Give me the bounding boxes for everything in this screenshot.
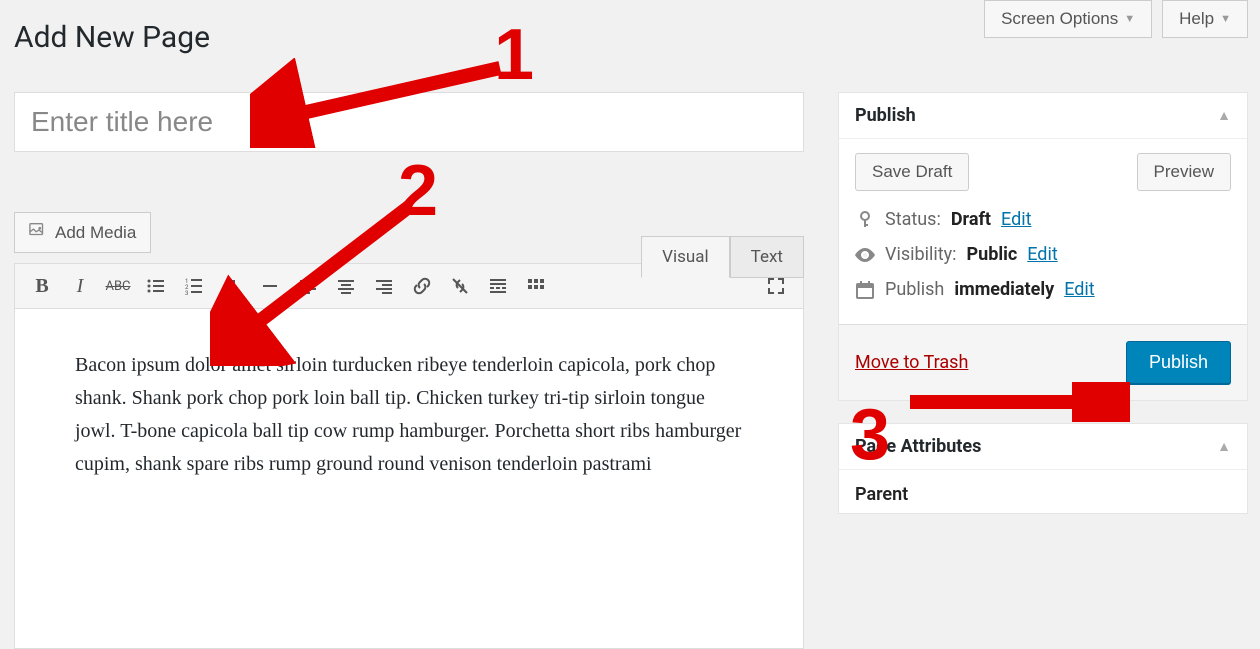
align-center-button[interactable] <box>329 269 363 303</box>
italic-button[interactable]: I <box>63 269 97 303</box>
fullscreen-icon <box>766 276 786 296</box>
hr-icon <box>260 276 280 296</box>
edit-date-link[interactable]: Edit <box>1064 279 1094 300</box>
blockquote-button[interactable] <box>215 269 249 303</box>
publish-box: Publish ▲ Save Draft Preview Status: Dra… <box>838 92 1248 401</box>
strike-icon: ABC <box>105 279 130 294</box>
unlink-icon <box>450 276 470 296</box>
add-media-button[interactable]: Add Media <box>14 212 151 253</box>
save-draft-button[interactable]: Save Draft <box>855 153 969 191</box>
eye-icon <box>855 248 875 262</box>
align-left-icon <box>298 276 318 296</box>
more-icon <box>488 276 508 296</box>
publish-box-title: Publish <box>855 105 916 126</box>
parent-label: Parent <box>839 470 1247 513</box>
editor-text: Bacon ipsum dolor amet sirloin turducken… <box>75 349 743 481</box>
numbered-list-button[interactable]: 123 <box>177 269 211 303</box>
collapse-toggle-icon[interactable]: ▲ <box>1217 438 1231 455</box>
help-button[interactable]: Help ▼ <box>1162 0 1248 38</box>
list-ul-icon <box>146 276 166 296</box>
status-value: Draft <box>951 209 991 230</box>
bulleted-list-button[interactable] <box>139 269 173 303</box>
publish-button[interactable]: Publish <box>1126 341 1231 384</box>
calendar-icon <box>855 281 875 299</box>
page-attributes-title: Page Attributes <box>855 436 981 457</box>
bold-button[interactable]: B <box>25 269 59 303</box>
hr-button[interactable] <box>253 269 287 303</box>
move-to-trash-link[interactable]: Move to Trash <box>855 352 968 373</box>
title-input[interactable] <box>14 92 804 152</box>
toolbar-toggle-button[interactable] <box>519 269 553 303</box>
media-icon <box>29 221 47 244</box>
preview-button[interactable]: Preview <box>1137 153 1231 191</box>
chevron-down-icon: ▼ <box>1124 13 1135 25</box>
page-attributes-box: Page Attributes ▲ Parent <box>838 423 1248 514</box>
help-label: Help <box>1179 9 1214 29</box>
align-right-button[interactable] <box>367 269 401 303</box>
editor-body[interactable]: Bacon ipsum dolor amet sirloin turducken… <box>14 309 804 649</box>
read-more-button[interactable] <box>481 269 515 303</box>
add-media-label: Add Media <box>55 223 136 243</box>
collapse-toggle-icon[interactable]: ▲ <box>1217 107 1231 124</box>
publish-date-value: immediately <box>954 279 1054 300</box>
kitchen-sink-icon <box>526 276 546 296</box>
align-right-icon <box>374 276 394 296</box>
publish-date-label: Publish <box>885 279 944 300</box>
edit-status-link[interactable]: Edit <box>1001 209 1031 230</box>
link-button[interactable] <box>405 269 439 303</box>
chevron-down-icon: ▼ <box>1220 13 1231 25</box>
tab-visual[interactable]: Visual <box>641 236 729 278</box>
list-ol-icon: 123 <box>184 276 204 296</box>
status-label: Status: <box>885 209 941 230</box>
svg-text:3: 3 <box>185 290 188 296</box>
tab-text[interactable]: Text <box>730 236 804 278</box>
key-icon <box>855 211 875 229</box>
visibility-label: Visibility: <box>885 244 957 265</box>
visibility-value: Public <box>967 244 1018 265</box>
screen-options-label: Screen Options <box>1001 9 1118 29</box>
quote-icon <box>222 276 242 296</box>
align-center-icon <box>336 276 356 296</box>
screen-options-button[interactable]: Screen Options ▼ <box>984 0 1152 38</box>
edit-visibility-link[interactable]: Edit <box>1027 244 1057 265</box>
strikethrough-button[interactable]: ABC <box>101 269 135 303</box>
align-left-button[interactable] <box>291 269 325 303</box>
link-icon <box>412 276 432 296</box>
unlink-button[interactable] <box>443 269 477 303</box>
